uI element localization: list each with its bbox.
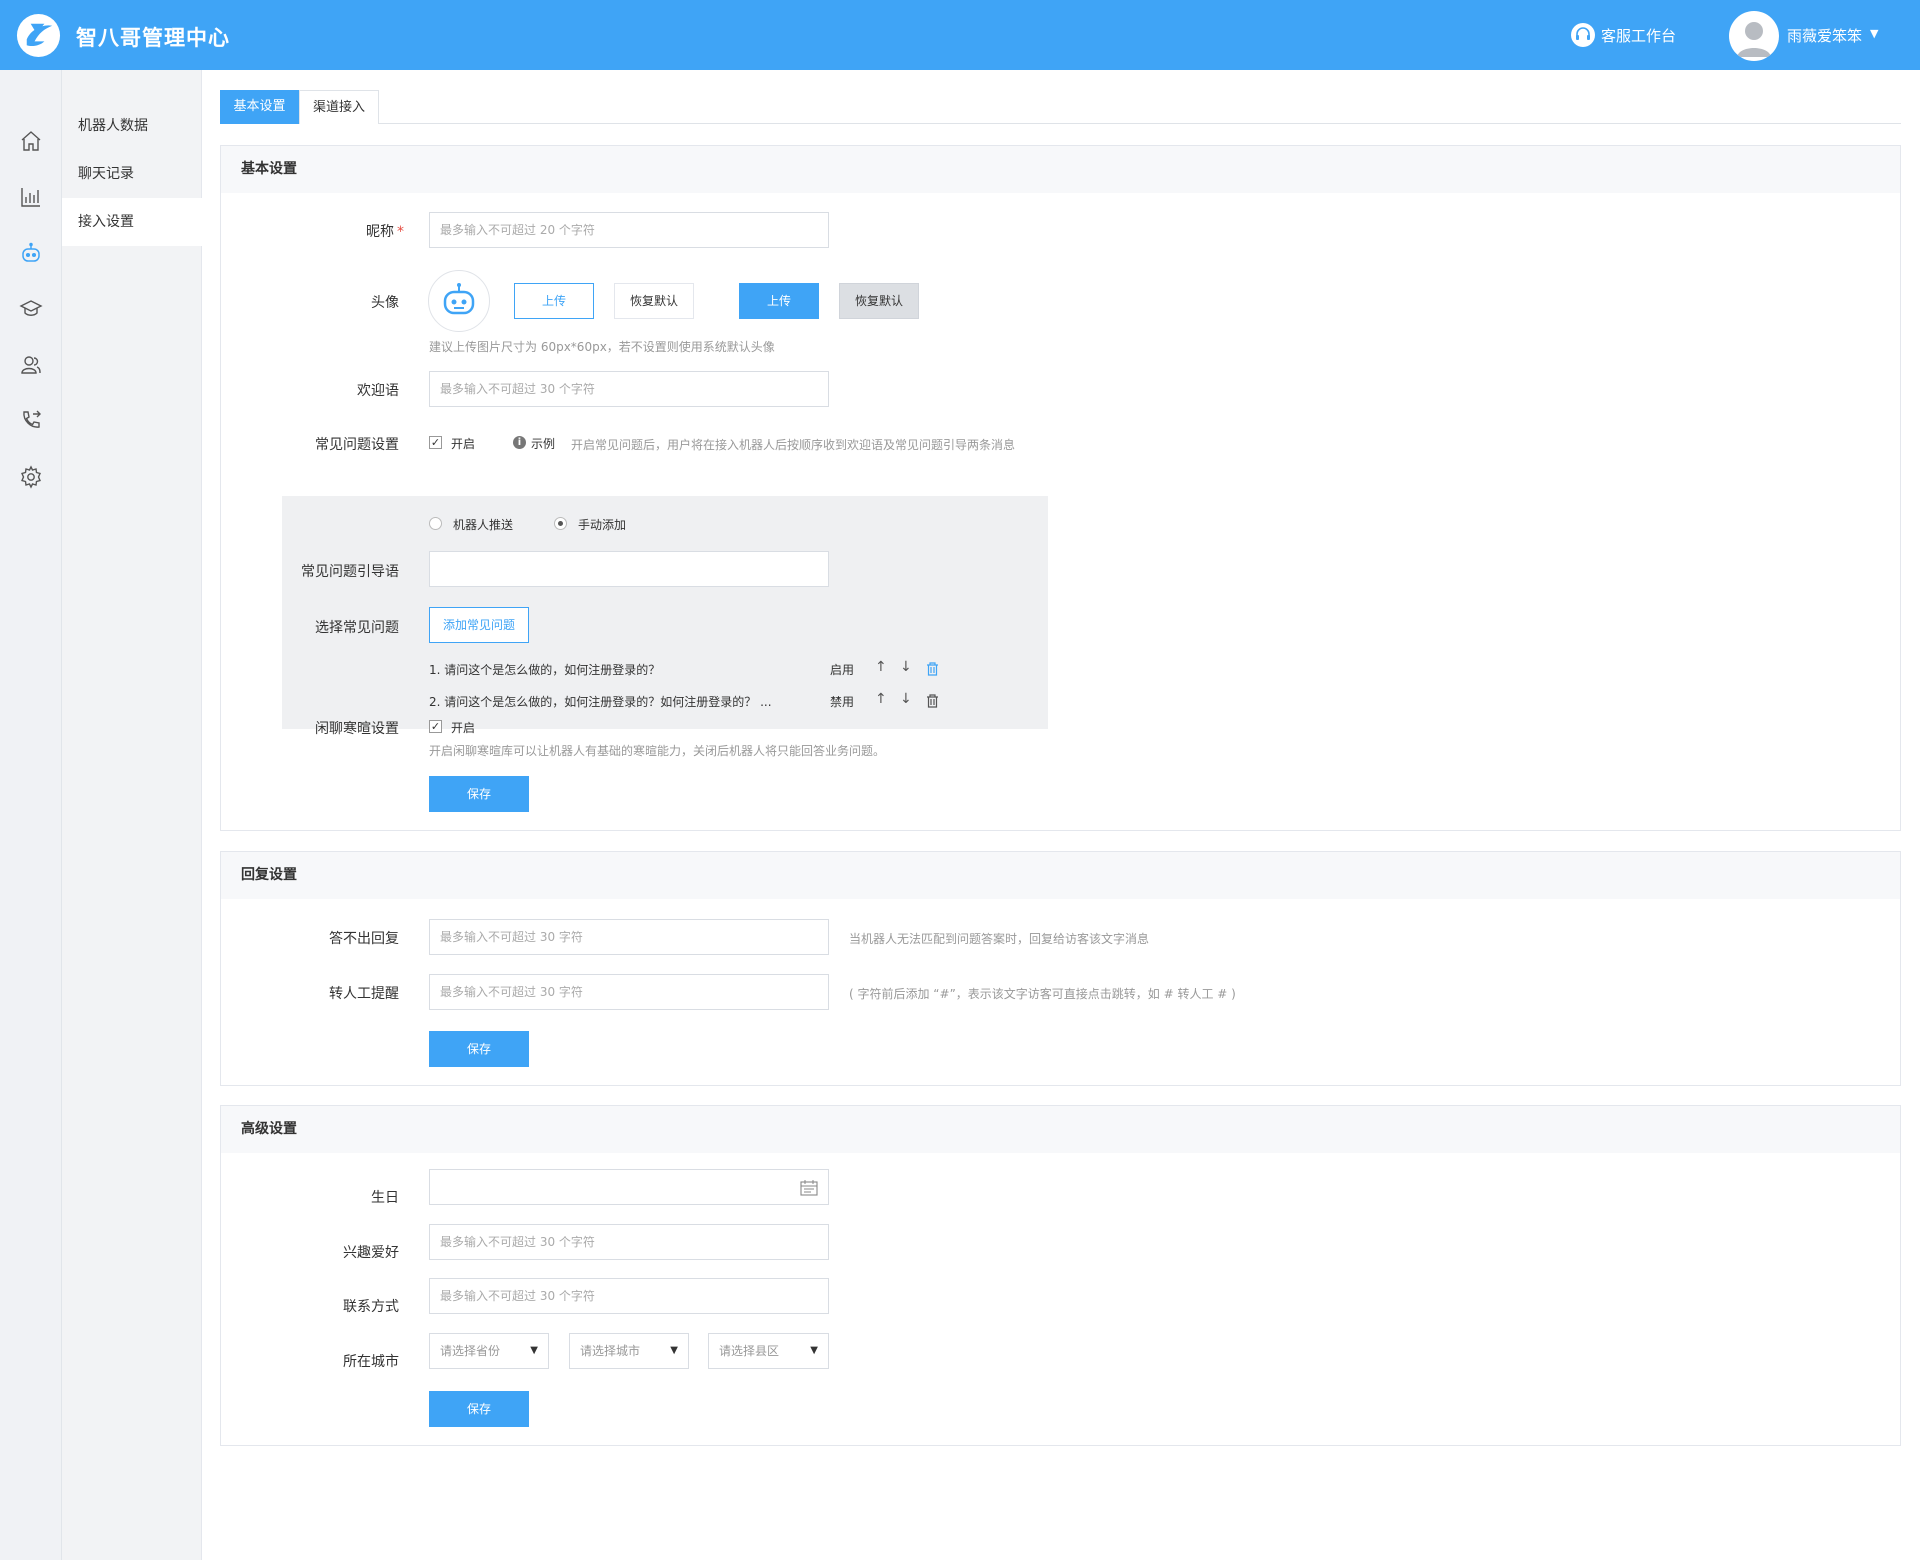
icon-sidebar [0, 70, 62, 1560]
basic-settings-card: 基本设置 昵称 * 最多输入不可超过 20 个字符 头像 上传 恢复默认 上传 恢… [220, 145, 1901, 831]
faq-enable-label: 开启 [451, 437, 476, 451]
section-title: 回复设置 [221, 852, 1900, 899]
city-select[interactable]: 请选择城市 ▼ [569, 1333, 689, 1369]
section-title: 高级设置 [221, 1106, 1900, 1153]
arrow-up-icon[interactable]: ↑ [875, 691, 887, 707]
faq-config-panel: 机器人推送 手动添加 常见问题引导语 选择常见问题 添加常见问题 1. 请问这个… [282, 496, 1048, 729]
trash-icon[interactable] [926, 694, 939, 708]
chat-settings-label: 闲聊寒暄设置 [315, 721, 399, 737]
arrow-down-icon[interactable]: ↓ [900, 691, 912, 707]
app-title: 智八哥管理中心 [76, 26, 230, 50]
no-answer-label: 答不出回复 [329, 931, 399, 947]
birthday-label: 生日 [371, 1190, 399, 1206]
radio-manual-add[interactable] [554, 517, 567, 530]
submenu-item-chat-records[interactable]: 聊天记录 [62, 150, 202, 198]
phone-transfer-icon[interactable] [16, 406, 46, 436]
nickname-input[interactable]: 最多输入不可超过 20 个字符 [429, 212, 829, 248]
nickname-label: 昵称 * [366, 224, 404, 240]
radio-manual-add-label: 手动添加 [578, 518, 627, 532]
avatar-label: 头像 [371, 295, 399, 311]
top-header: 智八哥管理中心 客服工作台 雨薇爱笨笨 ▼ [0, 0, 1920, 70]
transfer-hint: ( 字符前后添加 “#”，表示该文字访客可直接点击跳转，如 # 转人工 # ) [849, 987, 1236, 1001]
upload-button[interactable]: 上传 [514, 283, 594, 319]
hobby-label: 兴趣爱好 [343, 1245, 399, 1261]
province-select-value: 请选择省份 [440, 1344, 501, 1358]
hobby-input[interactable]: 最多输入不可超过 30 个字符 [429, 1224, 829, 1260]
save-button[interactable]: 保存 [429, 1391, 529, 1427]
faq-guide-label: 常见问题引导语 [301, 564, 399, 580]
caret-down-icon: ▼ [670, 1345, 678, 1356]
chart-icon[interactable] [16, 182, 46, 212]
contact-input[interactable]: 最多输入不可超过 30 个字符 [429, 1278, 829, 1314]
submenu-item-robot-data[interactable]: 机器人数据 [62, 102, 202, 150]
province-select[interactable]: 请选择省份 ▼ [429, 1333, 549, 1369]
section-title: 基本设置 [221, 146, 1900, 193]
select-faq-label: 选择常见问题 [315, 620, 399, 636]
faq-item-text: 1. 请问这个是怎么做的，如何注册登录的？ [429, 663, 661, 677]
faq-guide-input[interactable] [429, 551, 829, 587]
no-answer-hint: 当机器人无法匹配到问题答案时，回复给访客该文字消息 [849, 932, 1150, 946]
birthday-date-picker[interactable] [429, 1169, 829, 1205]
faq-example-link[interactable]: 示例 [531, 435, 555, 452]
reset-default-button[interactable]: 恢复默认 [614, 283, 694, 319]
calendar-icon[interactable] [800, 1180, 818, 1196]
workspace-label: 客服工作台 [1601, 26, 1677, 45]
arrow-up-icon[interactable]: ↑ [875, 659, 887, 675]
caret-down-icon: ▼ [530, 1345, 538, 1356]
district-select-value: 请选择县区 [719, 1344, 780, 1358]
city-select-value: 请选择城市 [580, 1344, 641, 1358]
chevron-down-icon[interactable]: ▼ [1870, 27, 1878, 40]
no-answer-input[interactable]: 最多输入不可超过 30 字符 [429, 919, 829, 955]
robot-avatar [428, 270, 490, 332]
contact-label: 联系方式 [343, 1299, 399, 1315]
faq-item-status[interactable]: 启用 [830, 661, 854, 678]
workspace-link[interactable]: 客服工作台 [1571, 22, 1676, 48]
caret-down-icon: ▼ [810, 1345, 818, 1356]
arrow-down-icon[interactable]: ↓ [900, 659, 912, 675]
faq-enable-checkbox[interactable]: ✓ [429, 436, 442, 449]
transfer-label: 转人工提醒 [329, 986, 399, 1002]
welcome-input[interactable]: 最多输入不可超过 30 个字符 [429, 371, 829, 407]
robot-icon[interactable] [16, 238, 46, 268]
radio-robot-push[interactable] [429, 517, 442, 530]
welcome-label: 欢迎语 [357, 383, 399, 399]
save-button[interactable]: 保存 [429, 1031, 529, 1067]
add-faq-button[interactable]: 添加常见问题 [429, 607, 529, 643]
advanced-settings-card: 高级设置 生日 兴趣爱好 最多输入不可超过 30 个字符 联系方式 最多输入不可… [220, 1105, 1901, 1446]
username[interactable]: 雨薇爱笨笨 [1787, 25, 1862, 46]
faq-settings-label: 常见问题设置 [315, 437, 399, 453]
radio-robot-push-label: 机器人推送 [453, 518, 514, 532]
home-icon[interactable] [16, 126, 46, 156]
faq-item-text: 2. 请问这个是怎么做的，如何注册登录的？如何注册登录的？ ... [429, 695, 772, 709]
chat-enable-checkbox[interactable]: ✓ [429, 720, 442, 733]
tab-bar: 基本设置 渠道接入 [220, 90, 1901, 124]
district-select[interactable]: 请选择县区 ▼ [708, 1333, 829, 1369]
reply-settings-card: 回复设置 答不出回复 最多输入不可超过 30 字符 当机器人无法匹配到问题答案时… [220, 851, 1901, 1086]
chat-hint: 开启闲聊寒暄库可以让机器人有基础的寒暄能力，关闭后机器人将只能回答业务问题。 [429, 744, 886, 758]
trash-icon[interactable] [926, 662, 939, 676]
users-icon[interactable] [16, 350, 46, 380]
user-avatar[interactable] [1729, 11, 1779, 61]
save-button[interactable]: 保存 [429, 776, 529, 812]
faq-item-status[interactable]: 禁用 [830, 693, 854, 710]
upload-button-alt[interactable]: 上传 [739, 283, 819, 319]
sub-menu: 机器人数据 聊天记录 接入设置 [62, 70, 202, 1560]
info-icon: i [513, 436, 526, 449]
avatar-hint: 建议上传图片尺寸为 60px*60px，若不设置则使用系统默认头像 [429, 340, 775, 354]
tab-channel-access[interactable]: 渠道接入 [299, 90, 379, 124]
chat-enable-label: 开启 [451, 721, 476, 735]
faq-hint: 开启常见问题后，用户将在接入机器人后按顺序收到欢迎语及常见问题引导两条消息 [571, 438, 1016, 452]
city-label: 所在城市 [343, 1354, 399, 1370]
tab-basic-settings[interactable]: 基本设置 [220, 90, 299, 124]
graduation-cap-icon[interactable] [16, 294, 46, 324]
submenu-item-access-settings[interactable]: 接入设置 [62, 198, 202, 246]
logo-icon [16, 13, 61, 58]
required-mark: * [397, 224, 404, 240]
headset-icon [1571, 23, 1595, 47]
transfer-input[interactable]: 最多输入不可超过 30 字符 [429, 974, 829, 1010]
gear-icon[interactable] [16, 462, 46, 492]
reset-default-button-alt[interactable]: 恢复默认 [839, 283, 919, 319]
